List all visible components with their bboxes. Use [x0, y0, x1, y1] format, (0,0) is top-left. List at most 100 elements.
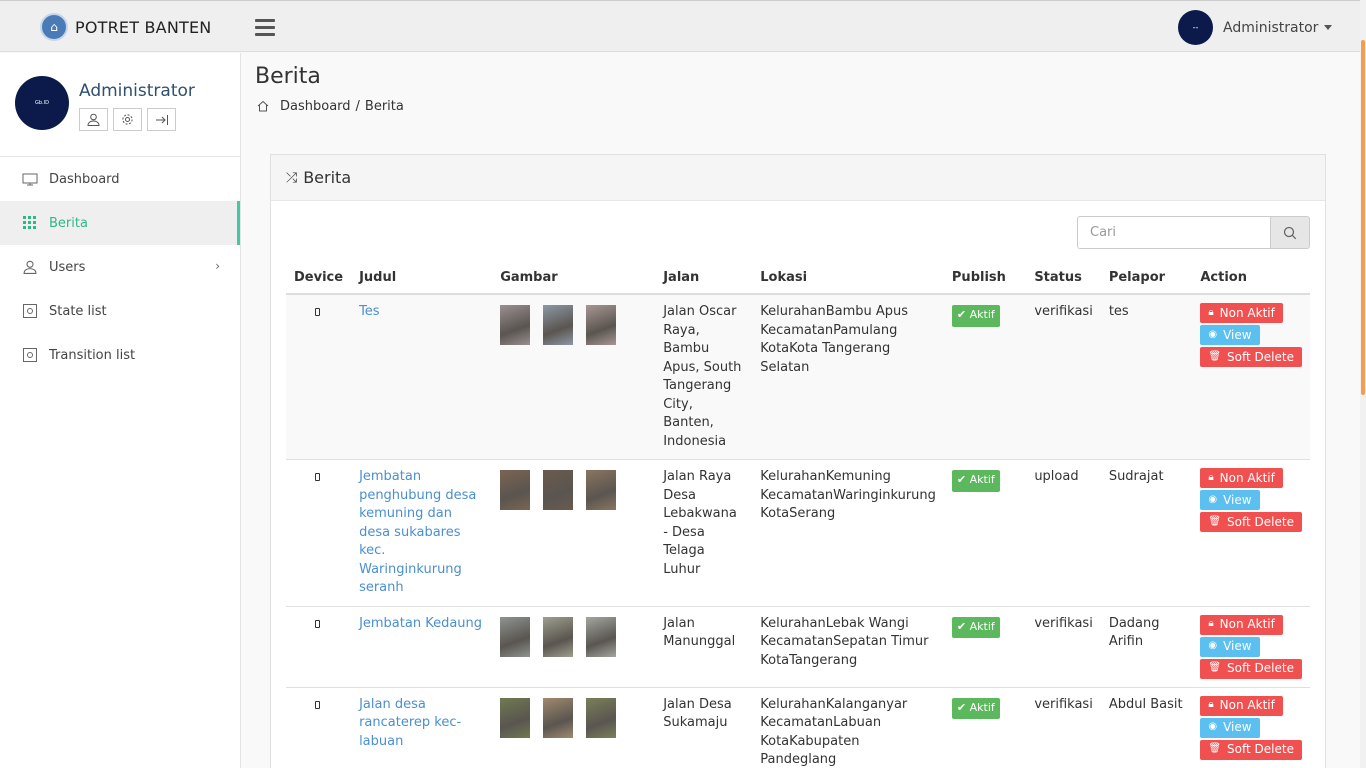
scrollbar-thumb[interactable]: [1361, 40, 1365, 395]
lokasi-line: KecamatanWaringinkurung: [760, 487, 936, 503]
publish-cell: ✔ Aktif: [943, 687, 1027, 768]
sidebar-item-transition-list[interactable]: Transition list: [0, 333, 240, 377]
button-label: View: [1223, 327, 1252, 342]
column-header[interactable]: Lokasi: [752, 261, 944, 295]
publish-label: Aktif: [969, 700, 995, 714]
image-thumbnail[interactable]: [543, 470, 574, 510]
pelapor-cell: Dadang Arifin: [1100, 606, 1193, 688]
logout-button[interactable]: [147, 108, 176, 131]
column-header[interactable]: Jalan: [655, 261, 753, 295]
image-thumbnail[interactable]: [500, 697, 531, 738]
brand[interactable]: ⌂ POTRET BANTEN: [40, 13, 211, 41]
button-label: Soft Delete: [1227, 742, 1294, 757]
check-icon: ✔: [956, 308, 970, 321]
sidebar-nav: Dashboard Berita Users › State list Tran…: [0, 157, 240, 377]
judul-link[interactable]: Jembatan penghubung desa kemuning dan de…: [359, 469, 476, 595]
sidebar-item-berita[interactable]: Berita: [0, 201, 240, 245]
table-row: Tes Jalan Oscar Raya, Bambu Apus, South T…: [286, 294, 1310, 460]
non-aktif-button[interactable]: 🔒︎ Non Aktif: [1200, 695, 1283, 716]
non-aktif-button[interactable]: 🔒︎ Non Aktif: [1200, 303, 1283, 323]
column-header[interactable]: Status: [1026, 261, 1101, 295]
button-label: Non Aktif: [1219, 617, 1275, 632]
sidebar-item-label: Berita: [49, 215, 88, 231]
sidebar-item-label: Transition list: [49, 347, 136, 363]
jalan-cell: Jalan Manunggal: [655, 606, 753, 688]
caret-down-icon: [1324, 25, 1333, 30]
status-cell: verifikasi: [1026, 606, 1101, 688]
image-thumbnail[interactable]: [543, 616, 574, 657]
judul-cell: Jalan desa rancaterep kec-labuan: [351, 687, 493, 768]
view-button[interactable]: ◉ View: [1200, 490, 1260, 510]
judul-link[interactable]: Jembatan Kedaung: [359, 616, 482, 631]
image-thumbnail[interactable]: [543, 697, 574, 738]
action-cell: 🔒︎ Non Aktif ◉ View 🗑︎ Soft Delete: [1192, 459, 1310, 607]
sidebar-item-state-list[interactable]: State list: [0, 289, 240, 333]
image-thumbnail[interactable]: [586, 470, 617, 510]
trash-icon: 🗑︎: [1208, 515, 1222, 527]
device-cell: [286, 606, 352, 688]
column-header[interactable]: Publish: [943, 261, 1027, 295]
trash-icon: 🗑︎: [1208, 662, 1222, 674]
settings-button[interactable]: [113, 108, 142, 131]
monitor-icon: [22, 172, 38, 186]
column-header[interactable]: Judul: [351, 261, 493, 295]
soft-delete-button[interactable]: 🗑︎ Soft Delete: [1200, 512, 1302, 532]
table-row: Jembatan Kedaung Jalan Manunggal Kelurahan…: [286, 606, 1310, 688]
column-header[interactable]: Gambar: [492, 261, 656, 295]
non-aktif-button[interactable]: 🔒︎ Non Aktif: [1200, 614, 1283, 635]
pelapor-cell: Abdul Basit: [1100, 687, 1193, 768]
judul-link[interactable]: Jalan desa rancaterep kec-labuan: [359, 697, 461, 749]
profile-avatar: Gb.ID: [15, 76, 69, 130]
soft-delete-button[interactable]: 🗑︎ Soft Delete: [1200, 347, 1302, 367]
image-thumbnail[interactable]: [500, 616, 531, 657]
eye-icon: ◉: [1208, 721, 1218, 733]
publish-badge: ✔ Aktif: [951, 616, 1000, 638]
sidebar-item-dashboard[interactable]: Dashboard: [0, 157, 240, 201]
eye-icon: ◉: [1208, 640, 1218, 652]
column-header[interactable]: Action: [1192, 261, 1310, 295]
column-header[interactable]: Device: [286, 261, 352, 295]
soft-delete-button[interactable]: 🗑︎ Soft Delete: [1200, 658, 1302, 679]
profile-button[interactable]: [79, 108, 108, 131]
sidebar-item-label: State list: [49, 303, 107, 319]
judul-link[interactable]: Tes: [359, 304, 380, 319]
lokasi-line: KelurahanBambu Apus: [760, 304, 909, 319]
view-button[interactable]: ◉ View: [1200, 717, 1260, 738]
page-scrollbar[interactable]: [1360, 0, 1366, 768]
publish-label: Aktif: [969, 473, 995, 486]
breadcrumb-dashboard-link[interactable]: Dashboard: [280, 99, 351, 114]
search-group: [1077, 216, 1310, 249]
table-header-row: Device Judul Gambar Jalan Lokasi Publish…: [286, 261, 1310, 295]
lock-icon: 🔒︎: [1208, 306, 1214, 318]
action-cell: 🔒︎ Non Aktif ◉ View 🗑︎ Soft Delete: [1192, 606, 1310, 688]
button-label: Soft Delete: [1227, 349, 1294, 364]
user-menu-dropdown[interactable]: -- Administrator: [1178, 10, 1333, 45]
action-cell: 🔒︎ Non Aktif ◉ View 🗑︎ Soft Delete: [1192, 294, 1310, 460]
non-aktif-button[interactable]: 🔒︎ Non Aktif: [1200, 468, 1283, 488]
view-button[interactable]: ◉ View: [1200, 636, 1260, 657]
lokasi-line: KecamatanSepatan Timur: [760, 634, 929, 649]
page-title: Berita: [255, 64, 321, 89]
breadcrumb-current: Berita: [364, 99, 404, 114]
column-header[interactable]: Pelapor: [1100, 261, 1193, 295]
status-cell: upload: [1026, 459, 1101, 607]
image-thumbnail[interactable]: [543, 305, 574, 345]
lock-icon: 🔒︎: [1208, 699, 1214, 711]
status-cell: verifikasi: [1026, 294, 1101, 460]
soft-delete-button[interactable]: 🗑︎ Soft Delete: [1200, 739, 1302, 760]
panel-title: Berita: [303, 168, 352, 187]
search-input[interactable]: [1077, 216, 1271, 249]
view-button[interactable]: ◉ View: [1200, 325, 1260, 345]
sidebar-item-users[interactable]: Users ›: [0, 245, 240, 289]
check-icon: ✔: [956, 473, 970, 486]
image-thumbnail[interactable]: [500, 305, 531, 345]
sidebar-toggle-button[interactable]: [255, 19, 275, 36]
image-thumbnail[interactable]: [500, 470, 531, 510]
image-thumbnail[interactable]: [586, 616, 617, 657]
search-button[interactable]: [1271, 216, 1310, 249]
lock-icon: 🔒︎: [1208, 618, 1214, 630]
image-thumbnail[interactable]: [586, 697, 617, 738]
image-thumbnail[interactable]: [586, 305, 617, 345]
brand-logo-icon: ⌂: [40, 13, 68, 41]
user-icon: [87, 113, 100, 126]
